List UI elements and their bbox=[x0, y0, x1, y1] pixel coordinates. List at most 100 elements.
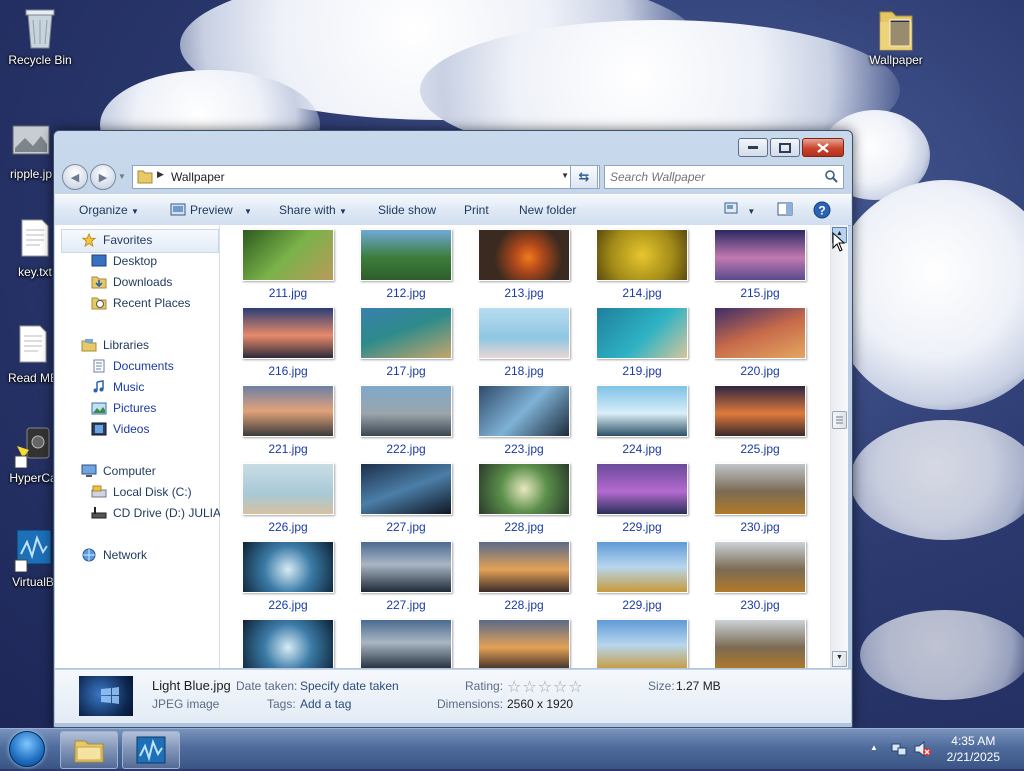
thumbnail-image bbox=[360, 619, 452, 668]
nav-documents[interactable]: Documents bbox=[91, 356, 174, 376]
rating-stars[interactable]: ☆☆☆☆☆ bbox=[507, 677, 584, 697]
svg-text:?: ? bbox=[818, 204, 825, 218]
help-button[interactable]: ? bbox=[813, 201, 831, 222]
date-taken-value[interactable]: Specify date taken bbox=[300, 679, 399, 693]
minimize-button[interactable] bbox=[738, 138, 768, 157]
nav-libraries[interactable]: Libraries bbox=[81, 335, 149, 355]
desktop-icon-label: Recycle Bin bbox=[8, 53, 72, 67]
preview-menu-button[interactable]: Preview ▼ bbox=[170, 203, 252, 217]
address-dropdown-icon[interactable]: ▼ bbox=[561, 171, 569, 180]
file-thumbnail[interactable]: 227.jpg bbox=[360, 541, 452, 612]
nav-downloads[interactable]: Downloads bbox=[91, 272, 172, 292]
nav-local-disk[interactable]: Local Disk (C:) bbox=[91, 482, 192, 502]
file-thumbnail[interactable]: 215.jpg bbox=[714, 229, 806, 300]
back-button[interactable]: ◀ bbox=[62, 164, 88, 190]
file-thumbnail[interactable]: 230.jpg bbox=[714, 541, 806, 612]
address-box[interactable]: ▶ Wallpaper ▼ bbox=[132, 165, 600, 189]
thumbnail-filename: 227.jpg bbox=[386, 520, 426, 534]
breadcrumb-wallpaper[interactable]: Wallpaper bbox=[171, 170, 225, 184]
start-button[interactable] bbox=[2, 731, 52, 767]
change-view-button[interactable]: ▼ bbox=[724, 202, 755, 217]
file-thumbnail[interactable]: 229.jpg bbox=[596, 463, 688, 534]
star-icon[interactable]: ☆ bbox=[568, 679, 582, 696]
nav-computer[interactable]: Computer bbox=[81, 461, 156, 481]
nav-recent-places[interactable]: Recent Places bbox=[91, 293, 190, 313]
file-thumbnail[interactable]: 228.jpg bbox=[478, 541, 570, 612]
star-icon[interactable]: ☆ bbox=[507, 679, 521, 696]
file-thumbnail[interactable]: 218.jpg bbox=[478, 307, 570, 378]
nav-cd-drive[interactable]: CD Drive (D:) JULIA bbox=[91, 503, 221, 523]
taskbar-virtualbox-button[interactable] bbox=[122, 731, 180, 769]
file-thumbnail[interactable]: 216.jpg bbox=[242, 307, 334, 378]
thumbnail-filename: 223.jpg bbox=[504, 442, 544, 456]
file-thumbnail[interactable] bbox=[478, 619, 570, 668]
file-thumbnail[interactable]: 223.jpg bbox=[478, 385, 570, 456]
network-tray-icon[interactable] bbox=[891, 741, 907, 757]
thumbnail-image bbox=[478, 385, 570, 437]
star-icon[interactable]: ☆ bbox=[553, 679, 567, 696]
file-thumbnail[interactable]: 212.jpg bbox=[360, 229, 452, 300]
file-thumbnail[interactable]: 226.jpg bbox=[242, 463, 334, 534]
file-thumbnail[interactable]: 217.jpg bbox=[360, 307, 452, 378]
nav-videos[interactable]: Videos bbox=[91, 419, 149, 439]
file-thumbnail[interactable]: 227.jpg bbox=[360, 463, 452, 534]
refresh-icon: ⇆ bbox=[578, 169, 590, 184]
wallpaper-folder-desktop-icon[interactable]: Wallpaper bbox=[856, 6, 936, 67]
file-thumbnail[interactable]: 221.jpg bbox=[242, 385, 334, 456]
thumbnail-image bbox=[596, 541, 688, 593]
recycle-bin-desktop-icon[interactable]: Recycle Bin bbox=[0, 6, 80, 67]
thumbnail-filename: 230.jpg bbox=[740, 598, 780, 612]
slide-show-button[interactable]: Slide show bbox=[378, 203, 436, 217]
breadcrumb-arrow-icon[interactable]: ▶ bbox=[157, 169, 164, 180]
thumbnail-filename: 211.jpg bbox=[268, 286, 308, 300]
maximize-button[interactable] bbox=[770, 138, 800, 157]
file-thumbnail[interactable] bbox=[360, 619, 452, 668]
back-arrow-icon: ◀ bbox=[70, 171, 80, 184]
nav-favorites[interactable]: Favorites bbox=[81, 230, 152, 250]
file-thumbnail[interactable]: 229.jpg bbox=[596, 541, 688, 612]
share-with-menu-button[interactable]: Share with ▼ bbox=[279, 203, 347, 217]
file-thumbnail[interactable] bbox=[242, 619, 334, 668]
thumbnail-filename: 228.jpg bbox=[504, 520, 544, 534]
thumbnail-image bbox=[478, 307, 570, 359]
scroll-down-button[interactable]: ▼ bbox=[832, 651, 847, 667]
file-thumbnail[interactable]: 225.jpg bbox=[714, 385, 806, 456]
scroll-thumb[interactable] bbox=[832, 411, 847, 429]
thumbnail-image bbox=[478, 229, 570, 281]
refresh-button[interactable]: ⇆ bbox=[570, 165, 598, 189]
close-button[interactable] bbox=[802, 138, 844, 157]
search-input[interactable] bbox=[608, 168, 822, 186]
file-thumbnail[interactable]: 230.jpg bbox=[714, 463, 806, 534]
preview-pane-button[interactable] bbox=[777, 202, 793, 219]
system-clock[interactable]: 4:35 AM 2/21/2025 bbox=[947, 733, 1000, 765]
nav-desktop[interactable]: Desktop bbox=[91, 251, 157, 271]
file-thumbnail[interactable] bbox=[714, 619, 806, 668]
star-icon[interactable]: ☆ bbox=[522, 679, 536, 696]
print-button[interactable]: Print bbox=[464, 203, 489, 217]
file-thumbnail[interactable] bbox=[596, 619, 688, 668]
file-thumbnail[interactable]: 226.jpg bbox=[242, 541, 334, 612]
file-thumbnail[interactable]: 214.jpg bbox=[596, 229, 688, 300]
file-thumbnail[interactable]: 224.jpg bbox=[596, 385, 688, 456]
file-thumbnail[interactable]: 220.jpg bbox=[714, 307, 806, 378]
file-thumbnail[interactable]: 222.jpg bbox=[360, 385, 452, 456]
show-hidden-icons-button[interactable]: ▲ bbox=[870, 743, 878, 752]
new-folder-button[interactable]: New folder bbox=[519, 203, 576, 217]
vertical-scrollbar[interactable]: ▲ ▼ bbox=[830, 225, 848, 668]
taskbar-explorer-button[interactable] bbox=[60, 731, 118, 769]
volume-muted-icon[interactable] bbox=[914, 741, 932, 757]
organize-menu-button[interactable]: Organize ▼ bbox=[79, 203, 139, 217]
recent-pages-dropdown[interactable]: ▼ bbox=[118, 172, 126, 181]
file-thumbnail[interactable]: 219.jpg bbox=[596, 307, 688, 378]
file-thumbnail[interactable]: 213.jpg bbox=[478, 229, 570, 300]
nav-music[interactable]: Music bbox=[91, 377, 144, 397]
forward-button[interactable]: ▶ bbox=[90, 164, 116, 190]
search-box[interactable] bbox=[604, 165, 844, 189]
tags-value[interactable]: Add a tag bbox=[300, 697, 351, 711]
nav-network[interactable]: Network bbox=[81, 545, 147, 565]
dimensions-label: Dimensions: bbox=[437, 697, 504, 711]
file-thumbnail[interactable]: 211.jpg bbox=[242, 229, 334, 300]
star-icon[interactable]: ☆ bbox=[538, 679, 552, 696]
file-thumbnail[interactable]: 228.jpg bbox=[478, 463, 570, 534]
nav-pictures[interactable]: Pictures bbox=[91, 398, 156, 418]
